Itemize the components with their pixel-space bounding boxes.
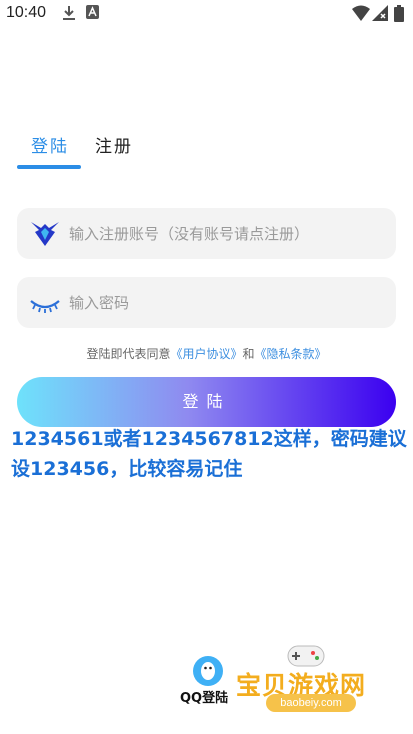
bird-logo-icon [31,222,59,246]
account-field[interactable] [17,208,396,259]
agreement-prefix: 登陆即代表同意 [86,347,171,361]
signal-icon [372,5,388,21]
qq-login-label: QQ登陆 [180,691,229,706]
status-time: 10:40 [6,4,47,21]
battery-icon [394,5,404,22]
watermark-url: baobeiy.com [266,694,356,712]
account-input[interactable] [69,208,387,259]
tab-register[interactable]: 注册 [95,132,133,157]
active-tab-indicator [17,165,81,169]
wifi-icon [352,5,370,21]
password-field[interactable] [17,277,396,328]
qq-login-button[interactable]: QQ登陆 [178,656,238,708]
hint-text: 1234561或者1234567812这样，密码建议设123456，比较容易记住 [11,428,407,480]
password-input[interactable] [69,277,387,328]
login-button[interactable]: 登陆 [17,377,396,427]
privacy-policy-link[interactable]: 《隐私条款》 [255,347,327,361]
tab-login[interactable]: 登陆 [31,132,69,157]
download-icon [63,6,75,20]
gamepad-icon [287,645,325,667]
closed-eye-icon[interactable] [29,289,61,317]
agreement-text: 登陆即代表同意《用户协议》和《隐私条款》 [0,345,413,362]
user-agreement-link[interactable]: 《用户协议》 [170,347,242,361]
app-notification-icon [86,5,99,19]
agreement-conjunction: 和 [242,347,255,361]
watermark-logo: 宝贝游戏网 baobeiy.com [236,640,386,720]
status-bar: 10:40 [0,0,413,30]
auth-tabs: 登陆 注册 [0,128,413,172]
qq-penguin-icon [193,656,223,686]
